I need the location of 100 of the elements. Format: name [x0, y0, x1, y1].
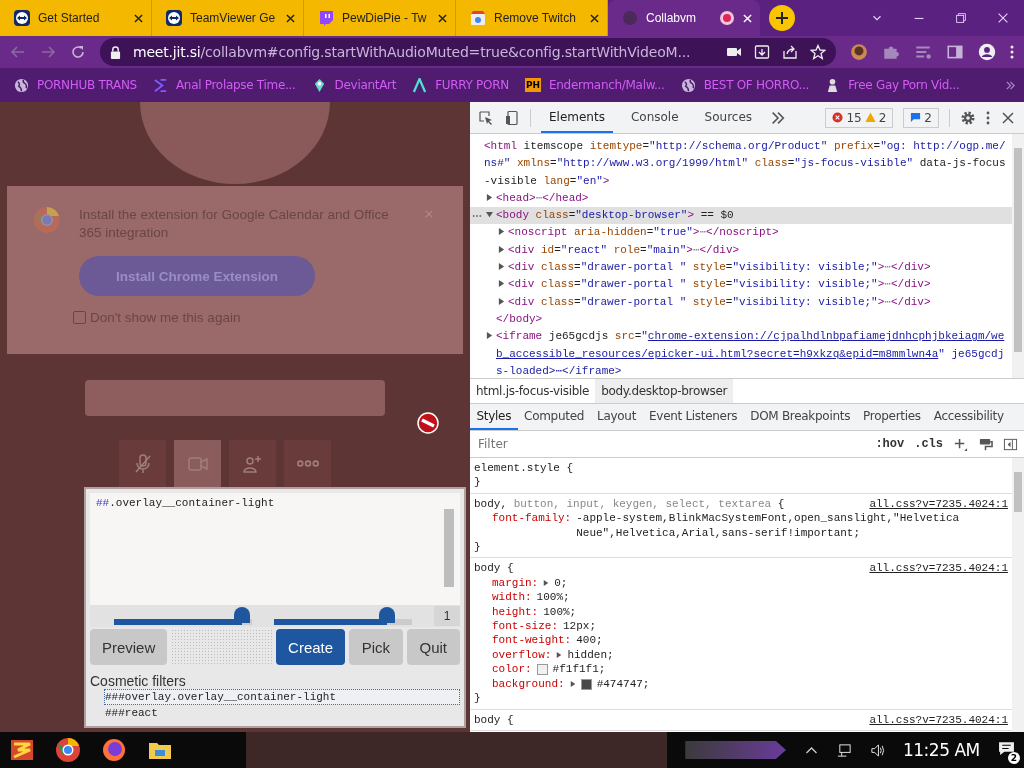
- close-icon[interactable]: [1000, 109, 1016, 126]
- close-icon[interactable]: [438, 13, 447, 23]
- paint-roller-icon[interactable]: [978, 436, 993, 452]
- styles-tab[interactable]: Computed: [517, 404, 591, 430]
- browser-tab[interactable]: Remove Twitch: [456, 0, 608, 36]
- color-swatch[interactable]: [580, 678, 592, 690]
- chrome-icon[interactable]: [54, 736, 82, 764]
- slider-thumb[interactable]: [234, 607, 251, 623]
- color-swatch[interactable]: [536, 664, 548, 676]
- dom-node[interactable]: <iframe je65gcdjs src="chrome-extension://cjpalhdlnbpafiamejdnhcphjbkeiagm/web_accessible_resources/epicker-ui.html?secret=h9xkzq&epid=m8mmlwn4a" je65gcdjs-loaded>⋯</iframe>: [470, 328, 1012, 381]
- browser-tab[interactable]: Get Started: [0, 0, 152, 36]
- devtools-tab[interactable]: Console: [622, 102, 687, 133]
- more-icon[interactable]: [1010, 43, 1014, 61]
- breadcrumb[interactable]: html.js-focus-visible: [470, 379, 596, 403]
- source-link[interactable]: all.css?v=7235.4024:1: [869, 712, 1008, 727]
- close-icon[interactable]: [590, 13, 599, 23]
- source-link[interactable]: all.css?v=7235.4024:1: [869, 561, 1008, 576]
- profile-icon[interactable]: [978, 43, 996, 61]
- dom-node[interactable]: <div class="drawer-portal " style="visibility: visible;">⋯</div>: [470, 259, 1012, 277]
- star-icon[interactable]: [810, 44, 826, 60]
- sidebar-toggle-icon[interactable]: [1003, 436, 1018, 452]
- bookmark[interactable]: PORNHUB TRANS: [14, 77, 137, 93]
- double-chevron-icon[interactable]: [1005, 79, 1016, 91]
- styles-tab[interactable]: DOM Breakpoints: [743, 404, 857, 430]
- styles-tab[interactable]: Event Listeners: [642, 404, 744, 430]
- new-tab-icon[interactable]: [768, 4, 796, 32]
- filter-text-area[interactable]: ##.overlay__container-light: [90, 493, 460, 605]
- browser-tab[interactable]: TeamViewer Ge: [152, 0, 304, 36]
- dom-node[interactable]: <div id="react" role="main">⋯</div>: [470, 241, 1012, 260]
- plus-icon[interactable]: [953, 436, 968, 452]
- more-icon[interactable]: [986, 109, 990, 126]
- bookmark[interactable]: DeviantArt: [311, 77, 397, 93]
- dom-node[interactable]: <div class="drawer-portal " style="visibility: visible;">⋯</div>: [470, 293, 1012, 311]
- checkbox[interactable]: [73, 311, 86, 324]
- expand-icon[interactable]: [498, 245, 505, 253]
- filter-field[interactable]: Filter: [476, 436, 866, 452]
- picker-button[interactable]: Create: [276, 629, 346, 665]
- close-icon[interactable]: [134, 13, 143, 23]
- hov-toggle[interactable]: :hov: [875, 437, 905, 451]
- filter-item[interactable]: ###react: [104, 705, 460, 721]
- dom-node[interactable]: </body>: [470, 310, 1012, 329]
- volume-icon[interactable]: [870, 742, 885, 758]
- breadcrumb[interactable]: body.desktop-browser: [595, 379, 734, 403]
- inspect-icon[interactable]: [478, 109, 494, 126]
- picker-button[interactable]: Quit: [406, 629, 460, 665]
- filter-item[interactable]: ###overlay.overlay__container-light: [104, 689, 460, 705]
- clock-time[interactable]: 11:25 AM: [903, 740, 980, 760]
- expand-icon[interactable]: [498, 228, 505, 236]
- styles-tab[interactable]: Accessibility: [927, 404, 1011, 430]
- scrollbar[interactable]: [1012, 458, 1024, 732]
- expand-icon[interactable]: [543, 579, 550, 586]
- dom-node[interactable]: <body class="desktop-browser"> == $0: [470, 207, 1012, 225]
- dom-node[interactable]: <noscript aria-hidden="true">⋯</noscript>: [470, 224, 1012, 242]
- devtools-tab[interactable]: Elements: [541, 102, 613, 133]
- address-field[interactable]: meet.jit.si/collabvm#config.startWithAudioMuted=true&config.startWithVideoM...: [100, 38, 836, 66]
- device-icon[interactable]: [504, 109, 520, 126]
- expand-icon[interactable]: [498, 297, 505, 305]
- picker-button[interactable]: Pick: [349, 629, 403, 665]
- restore-icon[interactable]: [954, 11, 968, 25]
- expand-icon[interactable]: [498, 263, 505, 271]
- dom-node[interactable]: <div class="drawer-portal " style="visibility: visible;">⋯</div>: [470, 276, 1012, 294]
- expand-icon[interactable]: [569, 680, 576, 687]
- expand-icon[interactable]: [498, 280, 505, 288]
- source-link[interactable]: all.css?v=7235.4024:1: [869, 496, 1008, 512]
- expand-icon[interactable]: [486, 332, 493, 340]
- browser-tab[interactable]: PewDiePie - Tw: [304, 0, 456, 36]
- bookmark[interactable]: PH Endermanch/Malw...: [524, 78, 665, 92]
- slider[interactable]: [114, 607, 253, 625]
- messages-counter[interactable]: 2: [903, 107, 939, 128]
- styles-tab[interactable]: Styles: [470, 404, 518, 430]
- expand-icon[interactable]: [486, 211, 493, 219]
- share-icon[interactable]: [782, 44, 798, 60]
- reload-icon[interactable]: [70, 44, 86, 60]
- install-icon[interactable]: [754, 44, 770, 60]
- picker-button[interactable]: Preview: [90, 629, 168, 665]
- bookmark[interactable]: Anal Prolapse Time...: [152, 77, 296, 93]
- close-icon[interactable]: [996, 11, 1010, 25]
- firefox-icon[interactable]: [100, 736, 128, 764]
- issues-counter[interactable]: 15 2: [825, 107, 894, 128]
- bookmark[interactable]: FURRY PORN: [412, 77, 509, 93]
- expand-icon[interactable]: [556, 651, 563, 658]
- cls-toggle[interactable]: .cls: [914, 437, 943, 451]
- avatar-icon[interactable]: [850, 43, 868, 61]
- expand-icon[interactable]: [486, 193, 493, 201]
- network-icon[interactable]: [837, 742, 852, 758]
- devtools-tab[interactable]: Sources: [696, 102, 761, 133]
- styles-tab[interactable]: Layout: [590, 404, 643, 430]
- double-chevron-icon[interactable]: [770, 109, 787, 126]
- sidebar-icon[interactable]: [946, 43, 964, 61]
- scrollbar[interactable]: [1012, 134, 1024, 378]
- bookmark[interactable]: BEST OF HORRO...: [680, 77, 810, 93]
- input-field[interactable]: [85, 380, 385, 416]
- styles-tab[interactable]: Properties: [856, 404, 928, 430]
- bookmark[interactable]: Free Gay Porn Vid...: [825, 77, 960, 93]
- dom-node[interactable]: <head>⋯</head>: [470, 189, 1012, 208]
- browser-tab[interactable]: Collabvm: [608, 0, 760, 36]
- slider-thumb[interactable]: [379, 607, 396, 623]
- close-icon[interactable]: [286, 13, 295, 23]
- scrollbar[interactable]: [444, 509, 454, 587]
- settings-icon[interactable]: [960, 109, 976, 126]
